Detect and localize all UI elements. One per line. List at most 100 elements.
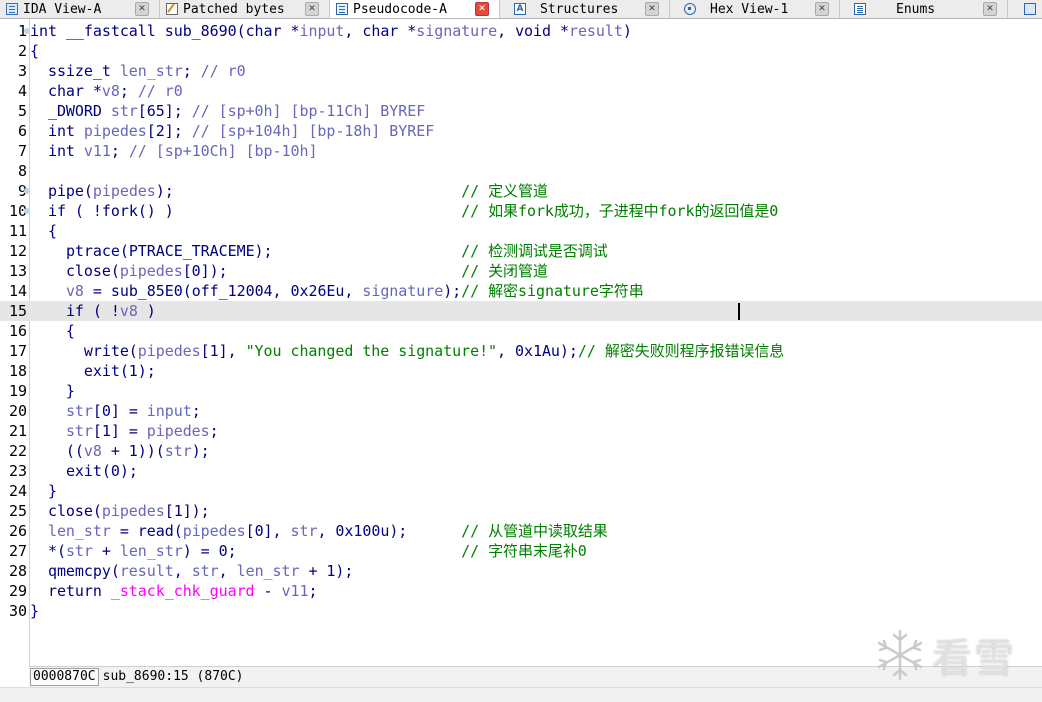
code-text[interactable]: _DWORD str[65]; // [sp+0h] [bp-11Ch] BYR… xyxy=(30,101,425,121)
code-text[interactable]: { xyxy=(30,321,75,341)
tab-structures[interactable]: A Structures ✕ xyxy=(500,0,670,18)
ida-window: IDA View-A ✕ Patched bytes ✕ Pseudocode-… xyxy=(0,0,1042,702)
code-text[interactable]: close(pipedes[1]); xyxy=(30,501,210,521)
code-text[interactable]: int __fastcall sub_8690(char *input, cha… xyxy=(30,21,632,41)
code-text[interactable]: } xyxy=(30,381,75,401)
code-text[interactable]: *(str + len_str) = 0; // 字符串末尾补0 xyxy=(30,541,587,561)
line-number: 18 xyxy=(8,362,27,380)
code-line[interactable]: 24 } xyxy=(0,481,1042,501)
code-line[interactable]: 10 if ( !fork() ) // 如果fork成功，子进程中fork的返… xyxy=(0,201,1042,221)
line-number: 9 xyxy=(17,182,27,200)
gutter-marker-icon[interactable] xyxy=(24,188,30,194)
tab-label: IDA View-A xyxy=(23,1,102,17)
code-text[interactable]: int pipedes[2]; // [sp+104h] [bp-18h] BY… xyxy=(30,121,434,141)
code-text[interactable]: write(pipedes[1], "You changed the signa… xyxy=(30,341,784,361)
code-line[interactable]: 16 { xyxy=(0,321,1042,341)
code-line[interactable]: 13 close(pipedes[0]); // 关闭管道 xyxy=(0,261,1042,281)
code-text[interactable]: int v11; // [sp+10Ch] [bp-10h] xyxy=(30,141,318,161)
close-icon[interactable]: ✕ xyxy=(645,2,659,16)
hex-view-icon xyxy=(684,3,696,15)
line-number: 6 xyxy=(17,122,27,140)
code-text[interactable]: if ( !v8 ) xyxy=(30,301,156,321)
tab-ida-view-a[interactable]: IDA View-A ✕ xyxy=(0,0,160,18)
line-number: 29 xyxy=(8,582,27,600)
code-text[interactable]: ssize_t len_str; // r0 xyxy=(30,61,246,81)
code-text[interactable]: exit(1); xyxy=(30,361,156,381)
line-number: 30 xyxy=(8,602,27,620)
code-text[interactable]: char *v8; // r0 xyxy=(30,81,183,101)
code-text[interactable]: } xyxy=(30,601,39,621)
tab-patched-bytes[interactable]: Patched bytes ✕ xyxy=(160,0,330,18)
code-line[interactable]: 29 return _stack_chk_guard - v11; xyxy=(0,581,1042,601)
code-text[interactable]: len_str = read(pipedes[0], str, 0x100u);… xyxy=(30,521,608,541)
close-icon[interactable]: ✕ xyxy=(983,2,997,16)
code-text[interactable]: ((v8 + 1))(str); xyxy=(30,441,210,461)
code-line[interactable]: 27 *(str + len_str) = 0; // 字符串末尾补0 xyxy=(0,541,1042,561)
enums-icon xyxy=(854,3,866,15)
gutter-marker-icon[interactable] xyxy=(24,208,30,214)
code-line[interactable]: 12 ptrace(PTRACE_TRACEME); // 检测调试是否调试 xyxy=(0,241,1042,261)
code-line[interactable]: 22 ((v8 + 1))(str); xyxy=(0,441,1042,461)
watermark: 看雪 xyxy=(872,624,1032,686)
code-text[interactable]: v8 = sub_85E0(off_12004, 0x26Eu, signatu… xyxy=(30,281,644,301)
line-number: 8 xyxy=(17,162,27,180)
code-text[interactable]: qmemcpy(result, str, len_str + 1); xyxy=(30,561,353,581)
code-line[interactable]: 21 str[1] = pipedes; xyxy=(0,421,1042,441)
pseudocode-view[interactable]: 1 int __fastcall sub_8690(char *input, ch… xyxy=(0,19,1042,666)
line-number: 4 xyxy=(17,82,27,100)
tab-pseudocode-a[interactable]: Pseudocode-A ✕ xyxy=(330,0,500,18)
close-icon[interactable]: ✕ xyxy=(135,2,149,16)
code-text[interactable]: if ( !fork() ) // 如果fork成功，子进程中fork的返回值是… xyxy=(30,201,778,221)
code-line[interactable]: 3 ssize_t len_str; // r0 xyxy=(0,61,1042,81)
tab-label: Enums xyxy=(896,1,936,17)
code-line[interactable]: 9 pipe(pipedes); // 定义管道 xyxy=(0,181,1042,201)
tab-enums[interactable]: Enums ✕ xyxy=(840,0,1008,18)
code-line[interactable]: 6 int pipedes[2]; // [sp+104h] [bp-18h] … xyxy=(0,121,1042,141)
tab-label: Hex View-1 xyxy=(710,1,789,17)
code-text[interactable]: str[0] = input; xyxy=(30,401,201,421)
line-number: 14 xyxy=(8,282,27,300)
code-text[interactable]: close(pipedes[0]); // 关闭管道 xyxy=(30,261,548,281)
line-number: 3 xyxy=(17,62,27,80)
line-number: 2 xyxy=(17,42,27,60)
code-line[interactable]: 23 exit(0); xyxy=(0,461,1042,481)
code-line[interactable]: 8 xyxy=(0,161,1042,181)
tab-hex-view-1[interactable]: Hex View-1 ✕ xyxy=(670,0,840,18)
code-line[interactable]: 26 len_str = read(pipedes[0], str, 0x100… xyxy=(0,521,1042,541)
line-number: 15 xyxy=(8,302,27,320)
code-line[interactable]: 30} xyxy=(0,601,1042,621)
code-line[interactable]: 1 int __fastcall sub_8690(char *input, ch… xyxy=(0,21,1042,41)
line-number: 23 xyxy=(8,462,27,480)
status-position: sub_8690:15 (870C) xyxy=(102,669,244,684)
gutter-marker-icon[interactable] xyxy=(24,28,30,34)
line-number: 22 xyxy=(8,442,27,460)
close-icon[interactable]: ✕ xyxy=(475,2,489,16)
code-line[interactable]: 28 qmemcpy(result, str, len_str + 1); xyxy=(0,561,1042,581)
code-line[interactable]: 14 v8 = sub_85E0(off_12004, 0x26Eu, sign… xyxy=(0,281,1042,301)
code-text[interactable]: return _stack_chk_guard - v11; xyxy=(30,581,318,601)
code-line[interactable]: 11 { xyxy=(0,221,1042,241)
line-number: 20 xyxy=(8,402,27,420)
line-number: 19 xyxy=(8,382,27,400)
tab-imports[interactable] xyxy=(1008,0,1042,18)
code-text[interactable]: pipe(pipedes); // 定义管道 xyxy=(30,181,548,201)
code-line[interactable]: 15 if ( !v8 ) xyxy=(0,301,1042,321)
code-text[interactable]: { xyxy=(30,41,39,61)
code-text[interactable]: { xyxy=(30,221,57,241)
code-line[interactable]: 20 str[0] = input; xyxy=(0,401,1042,421)
code-line[interactable]: 25 close(pipedes[1]); xyxy=(0,501,1042,521)
pseudocode-icon xyxy=(336,3,348,15)
code-text[interactable]: ptrace(PTRACE_TRACEME); // 检测调试是否调试 xyxy=(30,241,608,261)
code-line[interactable]: 19 } xyxy=(0,381,1042,401)
code-text[interactable]: exit(0); xyxy=(30,461,138,481)
code-text[interactable]: str[1] = pipedes; xyxy=(30,421,219,441)
code-line[interactable]: 4 char *v8; // r0 xyxy=(0,81,1042,101)
code-line[interactable]: 5 _DWORD str[65]; // [sp+0h] [bp-11Ch] B… xyxy=(0,101,1042,121)
code-line[interactable]: 18 exit(1); xyxy=(0,361,1042,381)
code-line[interactable]: 7 int v11; // [sp+10Ch] [bp-10h] xyxy=(0,141,1042,161)
code-text[interactable]: } xyxy=(30,481,57,501)
code-line[interactable]: 2{ xyxy=(0,41,1042,61)
close-icon[interactable]: ✕ xyxy=(815,2,829,16)
code-line[interactable]: 17 write(pipedes[1], "You changed the si… xyxy=(0,341,1042,361)
close-icon[interactable]: ✕ xyxy=(305,2,319,16)
